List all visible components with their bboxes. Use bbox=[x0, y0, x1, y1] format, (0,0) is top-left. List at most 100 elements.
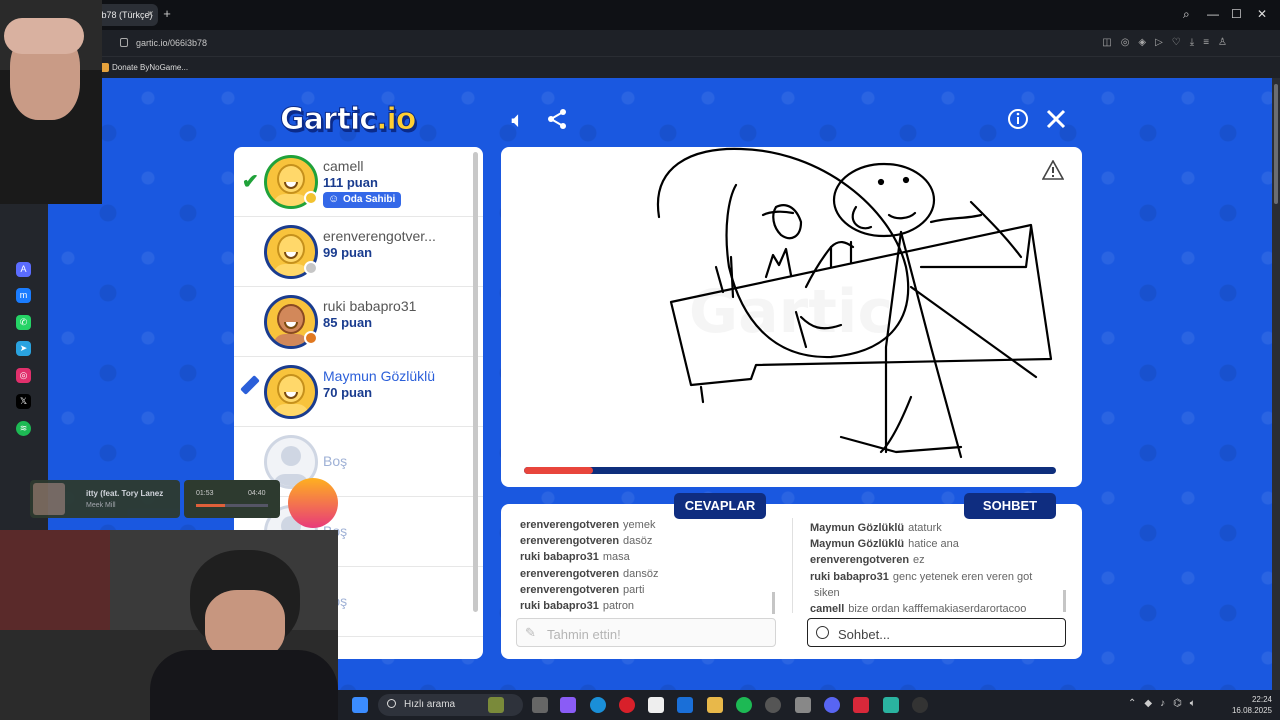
sound-icon[interactable]: 🔈︎ bbox=[505, 108, 531, 132]
opera-icon[interactable] bbox=[619, 697, 635, 713]
address-bar: gartic.io/066i3b78 ◫◎◈▷♡⤓≡♙ bbox=[0, 30, 1280, 56]
player-score: 70 puan bbox=[323, 385, 373, 400]
close-window-icon[interactable]: ✕ bbox=[1257, 7, 1267, 21]
minimize-icon[interactable]: — bbox=[1207, 7, 1219, 21]
task-view-icon[interactable] bbox=[532, 697, 548, 713]
message-text: siken bbox=[814, 586, 840, 599]
copilot-icon[interactable] bbox=[560, 697, 576, 713]
bookmark-item[interactable]: Donate ByNoGame... bbox=[99, 63, 188, 72]
app-icon[interactable] bbox=[853, 697, 869, 713]
taskbar-clock[interactable]: 22:24 16.08.2025 bbox=[1232, 694, 1272, 716]
message-text: masa bbox=[602, 551, 630, 564]
pencil-icon bbox=[240, 375, 260, 395]
info-icon[interactable] bbox=[1005, 108, 1031, 135]
message-text: hatice ana bbox=[908, 538, 959, 551]
outlook-icon[interactable] bbox=[677, 697, 693, 713]
message-user: ruki babapro31 bbox=[520, 600, 599, 612]
search-icon[interactable]: ⌕ bbox=[1183, 7, 1190, 22]
player-list-scrollbar[interactable] bbox=[473, 152, 478, 612]
page-scrollbar[interactable] bbox=[1272, 78, 1280, 690]
telegram-icon[interactable]: ➤ bbox=[16, 341, 31, 356]
player-row[interactable]: erenverengotver... 99 puan bbox=[234, 217, 483, 287]
chat-bubble-icon bbox=[816, 626, 829, 639]
check-icon: ✔ bbox=[242, 171, 259, 193]
status-dot bbox=[304, 191, 318, 205]
x-icon[interactable]: 𝕏 bbox=[16, 394, 31, 409]
status-dot bbox=[304, 261, 318, 275]
music-widget[interactable]: itty (feat. Tory Lanez Meek Mill bbox=[30, 480, 180, 518]
chat-placeholder: Sohbet... bbox=[838, 627, 891, 642]
edge-icon[interactable] bbox=[590, 697, 606, 713]
album-art bbox=[33, 483, 65, 515]
guess-input[interactable]: ✎ Tahmin ettin! bbox=[516, 618, 776, 647]
maximize-icon[interactable]: ☐ bbox=[1231, 7, 1242, 21]
answers-header: CEVAPLAR bbox=[674, 493, 766, 519]
message-item: erenverengotveren dansöz bbox=[520, 568, 659, 580]
spotify-icon[interactable]: ≋ bbox=[16, 421, 31, 436]
player-name: camell bbox=[323, 158, 364, 174]
clock-date: 16.08.2025 bbox=[1231, 706, 1272, 715]
url-field[interactable]: gartic.io/066i3b78 bbox=[136, 38, 207, 48]
drawing-canvas[interactable]: Gartic bbox=[501, 147, 1082, 487]
lock-icon bbox=[120, 38, 128, 47]
new-tab-icon[interactable]: + bbox=[160, 7, 174, 21]
avatar bbox=[264, 365, 318, 419]
status-dot bbox=[304, 331, 318, 345]
player-row[interactable]: ruki babapro31 85 puan bbox=[234, 287, 483, 357]
file-explorer-icon[interactable] bbox=[707, 697, 723, 713]
message-text: dansöz bbox=[623, 567, 659, 580]
message-item: erenverengotveren yemek bbox=[520, 519, 655, 531]
message-item: siken bbox=[810, 587, 840, 599]
spotify-icon[interactable] bbox=[736, 697, 752, 713]
message-text: yemek bbox=[623, 519, 656, 531]
player-score: 99 puan bbox=[323, 245, 373, 260]
chat-header: SOHBET bbox=[964, 493, 1056, 519]
player-row[interactable]: ✔ camell 111 puan Oda Sahibi bbox=[234, 147, 483, 217]
discord-icon[interactable] bbox=[824, 697, 840, 713]
message-user: erenverengotveren bbox=[810, 554, 910, 567]
player-name: ruki babapro31 bbox=[323, 298, 417, 314]
store-icon[interactable] bbox=[648, 697, 664, 713]
webcam-overlay-bottom bbox=[0, 530, 338, 720]
panel-divider bbox=[792, 518, 793, 613]
message-user: erenverengotveren bbox=[520, 583, 620, 596]
guess-placeholder: Tahmin ettin! bbox=[547, 627, 621, 642]
notepad-icon[interactable] bbox=[883, 697, 899, 713]
message-item: camell bize ordan kafffemakiaserdarortaco… bbox=[810, 603, 1026, 615]
messenger-icon[interactable]: m bbox=[16, 288, 31, 303]
chat-input[interactable]: Sohbet... bbox=[807, 618, 1066, 647]
bookmarks-bar: Donate ByNoGame... bbox=[0, 56, 1280, 78]
message-text: ez bbox=[913, 554, 925, 567]
github-icon[interactable] bbox=[765, 697, 781, 713]
round-timer-bar bbox=[524, 467, 1056, 474]
player-score: 85 puan bbox=[323, 315, 373, 330]
answers-scrollbar[interactable] bbox=[772, 592, 775, 614]
close-icon[interactable] bbox=[1043, 108, 1069, 135]
music-elapsed: 01:53 bbox=[196, 490, 214, 497]
message-item: erenverengotveren ez bbox=[810, 554, 925, 566]
system-tray-icons[interactable]: ⌃◆♪⌬🔈︎ bbox=[1128, 698, 1204, 709]
instagram-icon[interactable]: ◎ bbox=[16, 368, 31, 383]
report-warning-icon[interactable] bbox=[1042, 160, 1064, 180]
logitech-icon[interactable] bbox=[912, 697, 928, 713]
chat-scrollbar[interactable] bbox=[1063, 590, 1066, 612]
sunset-logo-icon bbox=[288, 478, 338, 528]
whatsapp-icon[interactable]: ✆ bbox=[16, 315, 31, 330]
message-user: ruki babapro31 bbox=[810, 570, 889, 583]
toolbar-icons[interactable]: ◫◎◈▷♡⤓≡♙ bbox=[1102, 37, 1236, 48]
player-row[interactable]: Maymun Gözlüklü 70 puan bbox=[234, 357, 483, 427]
music-title: itty (feat. Tory Lanez bbox=[86, 489, 164, 498]
share-icon[interactable] bbox=[544, 108, 570, 135]
close-tab-icon[interactable]: ✕ bbox=[146, 9, 154, 20]
music-progress-widget: 01:53 04:40 bbox=[184, 480, 280, 518]
settings-icon[interactable] bbox=[795, 697, 811, 713]
message-item: Maymun Gözlüklü ataturk bbox=[810, 522, 942, 534]
aria-icon[interactable]: A bbox=[16, 262, 31, 277]
message-user: erenverengotveren bbox=[520, 535, 620, 548]
gartic-logo: Gartic.io bbox=[279, 102, 416, 138]
webcam-overlay-top bbox=[0, 0, 102, 204]
windows-start-icon[interactable] bbox=[352, 697, 368, 713]
search-icon bbox=[387, 699, 396, 708]
message-text: patron bbox=[602, 600, 635, 612]
widgets-icon[interactable] bbox=[488, 697, 504, 713]
